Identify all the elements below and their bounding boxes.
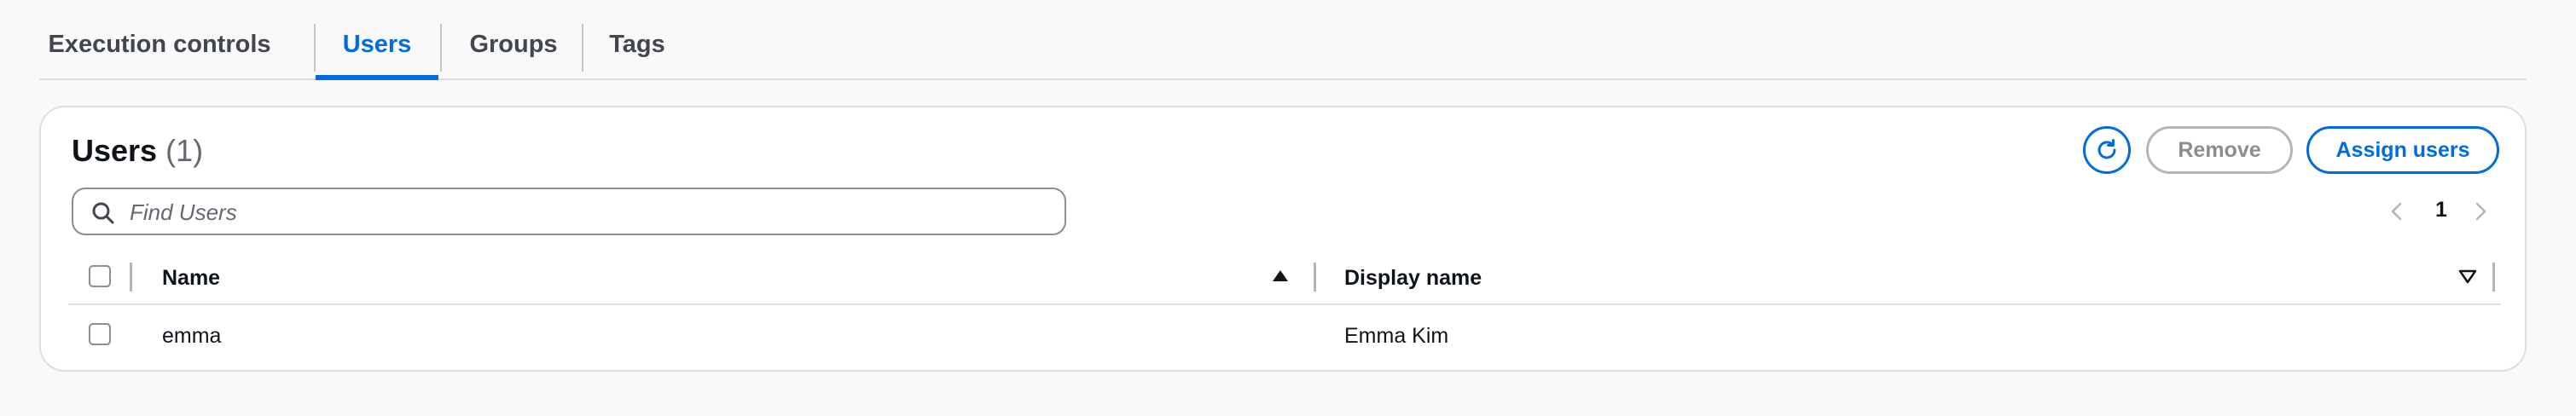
chevron-right-icon[interactable] [2469,199,2492,223]
search-icon [92,202,114,224]
sort-ascending-icon[interactable] [1271,267,1290,286]
search-field[interactable] [72,188,1066,235]
tab-label: Tags [609,31,665,58]
tab-users[interactable]: Users [316,22,438,80]
sort-descending-icon[interactable] [2458,267,2477,286]
column-header-name[interactable]: Name [162,266,220,291]
chevron-left-icon[interactable] [2385,199,2409,223]
panel-title: Users (1) [72,133,203,169]
cell-display-name: Emma Kim [1344,324,1449,348]
refresh-icon [2097,139,2116,159]
tab-groups[interactable]: Groups [442,22,585,78]
column-divider[interactable] [130,263,132,292]
panel-title-count: (1) [165,133,204,168]
panel-title-text: Users [72,133,158,168]
row-checkbox[interactable] [89,323,111,345]
users-panel: Users (1) Remove Assign users 1 Name [39,106,2527,372]
page-number[interactable]: 1 [2426,198,2457,222]
refresh-button[interactable] [2083,126,2131,174]
remove-button[interactable]: Remove [2146,126,2293,174]
column-divider[interactable] [1314,263,1316,292]
pagination: 1 [2385,193,2496,230]
tab-tags[interactable]: Tags [583,22,691,78]
search-input[interactable] [128,189,1053,235]
select-all-checkbox[interactable] [89,265,111,287]
tab-label: Users [342,31,412,58]
table-header: Name Display name [68,254,2501,305]
column-divider[interactable] [2492,263,2495,292]
remove-button-label: Remove [2178,137,2261,162]
assign-users-button[interactable]: Assign users [2306,126,2499,174]
table-row[interactable]: emma Emma Kim [68,305,2501,363]
tab-label: Groups [469,31,558,58]
tab-bar: Execution controls Users Groups Tags [39,0,2527,80]
assign-users-button-label: Assign users [2335,137,2470,162]
tab-execution-controls[interactable]: Execution controls [39,22,280,78]
tab-label: Execution controls [48,31,271,58]
column-header-display-name[interactable]: Display name [1344,266,1482,291]
cell-name: emma [162,324,222,348]
